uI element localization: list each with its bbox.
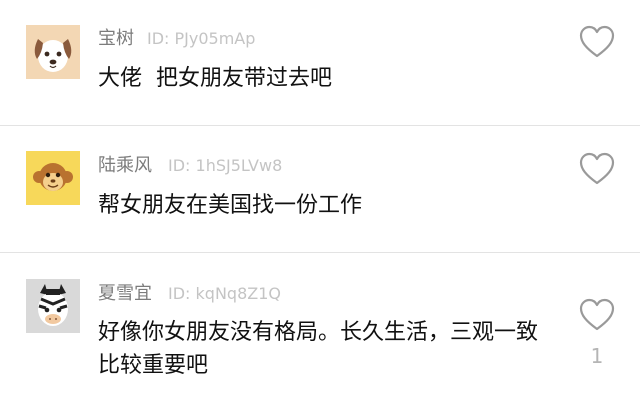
user-id: ID: PJy05mAp [147, 29, 256, 48]
user-id: ID: 1hSJ5LVw8 [168, 156, 283, 175]
like-heart-icon[interactable] [578, 24, 616, 60]
comment-item: 陆乘风 ID: 1hSJ5LVw8 帮女朋友在美国找一份工作 [0, 126, 640, 252]
username[interactable]: 宝树 [98, 28, 134, 50]
user-id: ID: kqNq8Z1Q [168, 284, 281, 303]
username[interactable]: 陆乘风 [98, 155, 152, 177]
comment-item: 宝树 ID: PJy05mAp 大佬 把女朋友带过去吧 [0, 0, 640, 125]
zebra-avatar-icon[interactable] [26, 279, 80, 333]
like-heart-icon[interactable] [578, 297, 616, 333]
like-heart-icon[interactable] [578, 151, 616, 187]
like-count: 1 [590, 344, 604, 368]
username[interactable]: 夏雪宜 [98, 283, 152, 305]
dog-avatar-icon[interactable] [26, 25, 80, 79]
comment-text: 好像你女朋友没有格局。长久生活，三观一致比较重要吧 [98, 320, 539, 378]
monkey-avatar-icon[interactable] [26, 151, 80, 205]
comment-text: 帮女朋友在美国找一份工作 [98, 193, 363, 218]
comment-item: 夏雪宜 ID: kqNq8Z1Q 好像你女朋友没有格局。长久生活，三观一致比较重… [0, 253, 640, 403]
comment-text: 大佬 把女朋友带过去吧 [98, 66, 332, 91]
